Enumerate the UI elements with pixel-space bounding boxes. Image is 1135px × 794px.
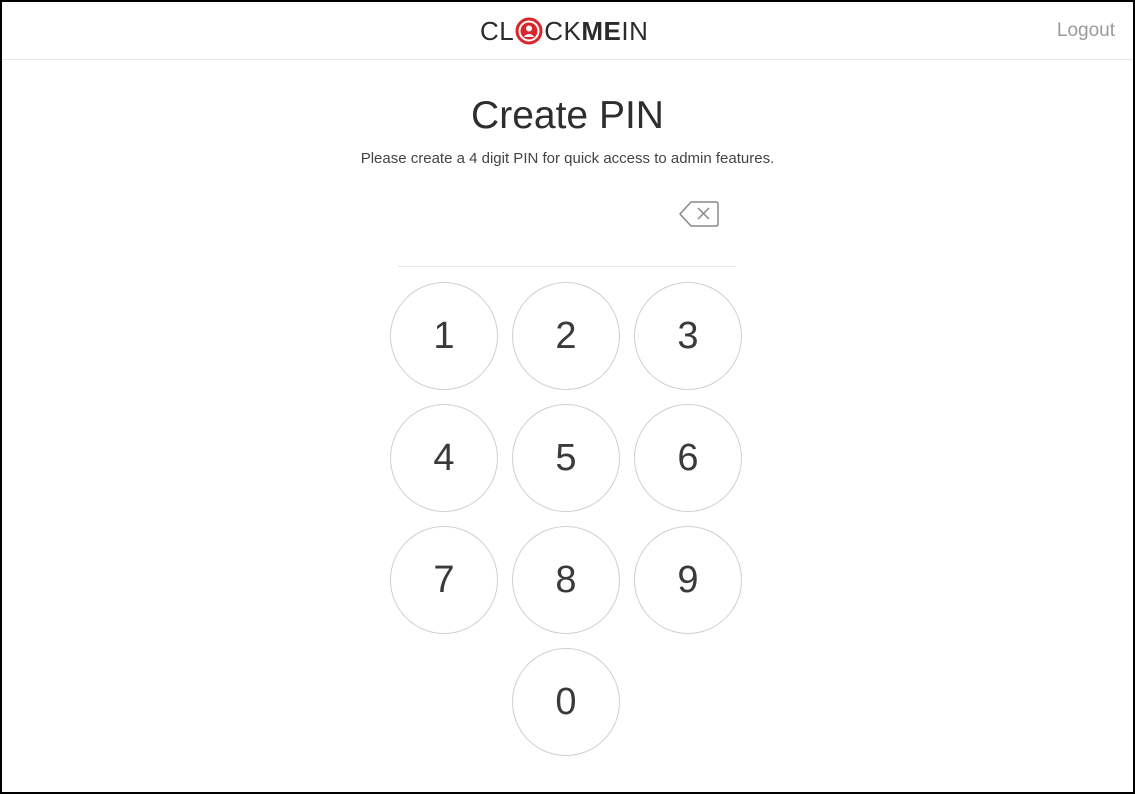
- key-4[interactable]: 4: [390, 404, 498, 512]
- key-0[interactable]: 0: [512, 648, 620, 756]
- key-9[interactable]: 9: [634, 526, 742, 634]
- top-header: CL CK ME IN Logout: [2, 2, 1133, 60]
- logout-link[interactable]: Logout: [1057, 20, 1115, 42]
- pin-keypad: 1 2 3 4 5 6 7 8 9 0: [390, 282, 748, 760]
- backspace-button[interactable]: [678, 200, 720, 228]
- page-subtitle: Please create a 4 digit PIN for quick ac…: [360, 150, 775, 167]
- logo-text-cl: CL: [480, 15, 515, 46]
- backspace-icon: [679, 201, 719, 227]
- key-6[interactable]: 6: [634, 404, 742, 512]
- key-1[interactable]: 1: [390, 282, 498, 390]
- logo-text-me: ME: [581, 15, 622, 46]
- page-title: Create PIN: [471, 94, 664, 137]
- logo-text-ck: CK: [544, 15, 582, 46]
- app-window: CL CK ME IN Logout Create PIN Please cre…: [0, 0, 1135, 794]
- clock-person-icon: [515, 17, 543, 45]
- key-7[interactable]: 7: [390, 526, 498, 634]
- key-5[interactable]: 5: [512, 404, 620, 512]
- key-2[interactable]: 2: [512, 282, 620, 390]
- pin-display: [398, 192, 736, 267]
- key-8[interactable]: 8: [512, 526, 620, 634]
- logo-text-in: IN: [621, 15, 649, 46]
- clockmein-logo: CL CK ME IN: [480, 15, 648, 47]
- key-3[interactable]: 3: [634, 282, 742, 390]
